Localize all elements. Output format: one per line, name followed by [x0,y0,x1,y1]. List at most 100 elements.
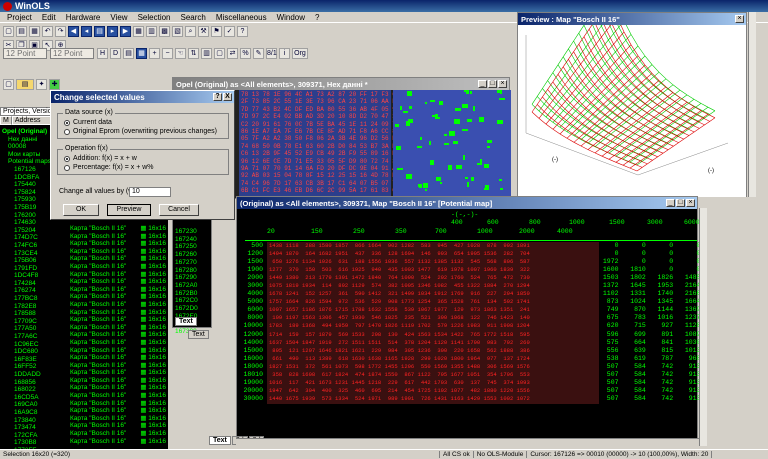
tree-address-item[interactable]: 174D7C [2,234,52,242]
tree-address-item[interactable]: 1DCBFA [2,174,52,182]
map-close-icon[interactable]: × [686,199,695,207]
preview-window[interactable]: Preview : Map "Bosch II 16" × (-) (-) [517,0,747,197]
org-button[interactable]: Org [292,47,308,59]
tree-address-item[interactable]: 1782E8 [2,303,52,311]
zoom-out-icon[interactable]: − [162,47,173,59]
new-icon[interactable]: ▢ [3,25,14,37]
tree-address-item[interactable]: 173474 [2,424,52,432]
bookmark-icon[interactable]: ⚑ [211,25,222,37]
font-size-select-2[interactable]: 12 Point [50,47,94,59]
tree-address-item[interactable]: 174630 [2,219,52,227]
map-scrollbar[interactable] [699,208,707,446]
tree-address-item[interactable]: 16FF52 [2,363,52,371]
fill-icon[interactable]: ▥ [201,47,212,59]
tree-address-item[interactable]: 174284 [2,280,52,288]
hex-window-title[interactable]: Opel (Original) as <All elements>, 30937… [173,78,509,90]
preview-scrollbar[interactable] [748,12,756,197]
map-list-item[interactable]: Карта "Bosch II 16" ▦ 16x16 [70,324,170,332]
save-icon[interactable]: ▦ [29,25,40,37]
zoom-in-icon[interactable]: + [149,47,160,59]
column-address[interactable]: Address [11,116,52,125]
file-icon[interactable]: ▢ [3,78,14,90]
hex-icon[interactable]: H [97,47,108,59]
tree-address-item[interactable]: 176200 [2,212,52,220]
sort-icon[interactable]: ⇅ [188,47,199,59]
small-tab-text[interactable]: Text [175,317,197,326]
preview-button[interactable]: Preview [107,204,151,216]
tree-node-potential[interactable]: Potential maps [2,158,52,166]
tree-address-item[interactable]: 167126 [2,166,52,174]
map-list-item[interactable]: Карта "Bosch II 16" ▦ 16x16 [70,309,170,317]
tree-node-2[interactable]: 00008 [2,143,52,151]
map-list-item[interactable]: Карта "Bosch II 16" ▦ 16x16 [70,301,170,309]
map-list-item[interactable]: Карта "Bosch II 16" ▦ 16x16 [70,263,170,271]
map-list-item[interactable]: Карта "Bosch II 16" ▦ 16x16 [70,407,170,415]
tree-address-item[interactable]: 16A9C8 [2,409,52,417]
tree-address-item[interactable]: 1DDADD [2,371,52,379]
tree-address-item[interactable]: 16CD5A [2,394,52,402]
percent-button[interactable]: % [240,47,251,59]
map-list-item[interactable]: Карта "Bosch II 16" ▦ 16x16 [70,430,170,438]
table-icon[interactable]: ▥ [146,25,157,37]
map-list-item[interactable]: Карта "Bosch II 16" ▦ 16x16 [70,354,170,362]
open-icon[interactable]: ▤ [16,25,27,37]
tree-address-item[interactable]: 174FC6 [2,242,52,250]
minimize-icon[interactable]: _ [478,80,487,88]
wizard-icon[interactable]: ✦ [36,78,47,90]
tree-address-item[interactable]: 1730B8 [2,439,52,447]
ok-button[interactable]: OK [63,204,99,216]
tree-address-item[interactable]: 173840 [2,417,52,425]
tree-address-item[interactable]: 1791FD [2,265,52,273]
map-icon[interactable]: ▩ [159,25,170,37]
map-window-title[interactable]: (Original) as <All elements>, 309371, Ma… [237,197,697,209]
menu-help[interactable]: ? [310,13,324,22]
map-list-item[interactable]: Карта "Bosch II 16" ▦ 16x16 [70,438,170,446]
maximize-icon[interactable]: □ [488,80,497,88]
menu-selection[interactable]: Selection [133,13,176,22]
tree-address-item[interactable]: 175824 [2,189,52,197]
dialog-help-icon[interactable]: ? [213,93,222,101]
menu-edit[interactable]: Edit [37,13,61,22]
marker-icon[interactable]: ✎ [253,47,264,59]
green-icon[interactable]: ✚ [49,78,60,90]
tree-address-item[interactable]: 177BC8 [2,295,52,303]
map-list-item[interactable]: Карта "Bosch II 16" ▦ 16x16 [70,347,170,355]
map-list-item[interactable]: Карта "Bosch II 16" ▦ 16x16 [70,278,170,286]
undo-icon[interactable]: ↶ [42,25,53,37]
swap-icon[interactable]: ⇄ [227,47,238,59]
tree-address-item[interactable]: 1DC4F8 [2,272,52,280]
font-size-select-1[interactable]: 12 Point [3,47,47,59]
map-list-item[interactable]: Карта "Bosch II 16" ▦ 16x16 [70,248,170,256]
change-value-input[interactable]: 10 [129,187,171,197]
tree-address-item[interactable]: 175204 [2,227,52,235]
menu-project[interactable]: Project [2,13,37,22]
map-list-item[interactable]: Карта "Bosch II 16" ▦ 16x16 [70,271,170,279]
check-icon[interactable]: ✓ [224,25,235,37]
tree-address-item[interactable]: 17709C [2,318,52,326]
tree-node-mymaps[interactable]: Мои карты [2,151,52,159]
folder-icon[interactable]: ▤ [16,78,34,90]
map-list-item[interactable]: Карта "Bosch II 16" ▦ 16x16 [70,316,170,324]
tree-address-item[interactable]: 177A6C [2,333,52,341]
map-list-item[interactable]: Карта "Bosch II 16" ▦ 16x16 [70,233,170,241]
tree-address-item[interactable]: 175B06 [2,257,52,265]
menu-hardware[interactable]: Hardware [61,13,106,22]
map-list-item[interactable]: Карта "Bosch II 16" ▦ 16x16 [70,255,170,263]
map-list-item[interactable]: Карта "Bosch II 16" ▦ 16x16 [70,415,170,423]
bits-button[interactable]: 8/1 [266,47,277,59]
map-list-item[interactable]: Карта "Bosch II 16" ▦ 16x16 [70,339,170,347]
radio-current-data[interactable]: Current data [64,119,228,126]
map-minimize-icon[interactable]: _ [666,199,675,207]
radio-percentage[interactable]: Percentage: f(x) = x + w% [64,164,228,171]
tree-address-item[interactable]: 16F83E [2,356,52,364]
tree-address-item[interactable]: 177A50 [2,325,52,333]
map-list-item[interactable]: Карта "Bosch II 16" ▦ 16x16 [70,293,170,301]
map-list-item[interactable]: Карта "Bosch II 16" ▦ 16x16 [70,377,170,385]
preview-title[interactable]: Preview : Map "Bosch II 16" [518,13,746,25]
hex-bitmap-view[interactable] [393,90,511,198]
help-icon[interactable]: ? [237,25,248,37]
dialog-title[interactable]: Change selected values ? X [51,91,234,103]
tree-address-item[interactable]: 175B19 [2,204,52,212]
map-list-item[interactable]: Карта "Bosch II 16" ▦ 16x16 [70,422,170,430]
tree-address-item[interactable]: 175440 [2,181,52,189]
